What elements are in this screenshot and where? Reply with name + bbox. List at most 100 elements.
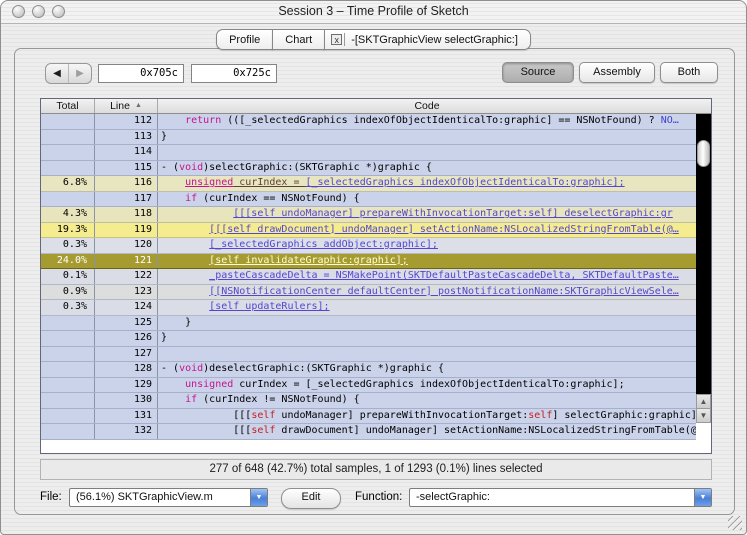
line-number-cell: 120 xyxy=(95,238,158,253)
line-number-cell: 128 xyxy=(95,362,158,377)
code-line-row[interactable]: 127 xyxy=(41,346,696,362)
function-label: Function: xyxy=(355,491,403,503)
table-empty-area xyxy=(41,440,711,453)
tab-bar: Profile Chart x -[SKTGraphicView selectG… xyxy=(1,29,746,50)
code-line-row[interactable]: 0.3% 124 [self updateRulers]; xyxy=(41,300,696,316)
column-header-total[interactable]: Total xyxy=(41,99,95,113)
tab-selected-function[interactable]: x -[SKTGraphicView selectGraphic:] xyxy=(324,29,531,50)
line-number-cell: 125 xyxy=(95,315,158,330)
column-header-scroll-spacer xyxy=(696,99,711,113)
line-number-cell: 123 xyxy=(95,284,158,299)
code-table-body-rows: 112 return (([_selectedGraphics indexOfO… xyxy=(41,114,696,440)
code-line-row[interactable]: 126} xyxy=(41,331,696,347)
code-cell: - (void)deselectGraphic:(SKTGraphic *)gr… xyxy=(161,363,444,374)
total-percent-cell xyxy=(41,331,95,346)
function-popup[interactable]: -selectGraphic: ▼ xyxy=(409,488,712,507)
code-cell: } xyxy=(161,316,192,328)
code-line-row[interactable]: 128- (void)deselectGraphic:(SKTGraphic *… xyxy=(41,362,696,378)
column-header-line-label: Line xyxy=(110,100,130,112)
scroll-down-icon[interactable]: ▼ xyxy=(696,408,711,423)
line-number-cell: 117 xyxy=(95,191,158,206)
total-percent-cell: 0.3% xyxy=(41,300,95,315)
total-percent-cell: 19.3% xyxy=(41,222,95,237)
code-line-row[interactable]: 0.9% 123 [[NSNotificationCenter defaultCe… xyxy=(41,284,696,300)
function-popup-arrow-icon[interactable]: ▼ xyxy=(694,489,711,506)
line-number-cell: 115 xyxy=(95,160,158,175)
vertical-scrollbar[interactable]: ▲ ▼ xyxy=(696,114,711,453)
code-cell: [[[self undoManager] prepareWithInvocati… xyxy=(233,208,673,219)
total-percent-cell: 6.8% xyxy=(41,176,95,191)
line-number-cell: 119 xyxy=(95,222,158,237)
scroll-up-icon[interactable]: ▲ xyxy=(696,394,711,409)
address-start-field[interactable]: 0x705c xyxy=(98,64,184,83)
code-cell: unsigned curIndex = [_selectedGraphics i… xyxy=(185,177,625,188)
code-line-row[interactable]: 132 [[[self drawDocument] undoManager] s… xyxy=(41,424,696,440)
line-number-cell: 112 xyxy=(95,114,158,129)
tab-selected-function-label: -[SKTGraphicView selectGraphic:] xyxy=(351,33,518,46)
column-header-line[interactable]: Line ▲ xyxy=(95,99,158,113)
address-end-field[interactable]: 0x725c xyxy=(191,64,277,83)
code-line-row[interactable]: 112 return (([_selectedGraphics indexOfO… xyxy=(41,114,696,130)
code-line-row[interactable]: 125 } xyxy=(41,315,696,331)
line-number-cell: 122 xyxy=(95,269,158,284)
total-percent-cell: 0.1% xyxy=(41,269,95,284)
code-line-row[interactable]: 0.3% 120 [_selectedGraphics addObject:gra… xyxy=(41,238,696,254)
history-nav-control[interactable]: ◀ ▶ xyxy=(45,63,92,84)
code-cell xyxy=(158,145,696,160)
line-number-cell: 116 xyxy=(95,176,158,191)
line-number-cell: 127 xyxy=(95,346,158,361)
line-number-cell: 118 xyxy=(95,207,158,222)
title-bar[interactable]: Session 3 – Time Profile of Sketch xyxy=(1,1,746,24)
edit-button[interactable]: Edit xyxy=(281,488,341,509)
code-line-row[interactable]: 6.8% 116 unsigned curIndex = [_selectedGr… xyxy=(41,176,696,192)
tab-chart[interactable]: Chart xyxy=(272,29,326,50)
total-percent-cell xyxy=(41,114,95,129)
tab-profile[interactable]: Profile xyxy=(216,29,274,50)
profile-panel: ◀ ▶ 0x705c 0x725c Source Assembly Both T… xyxy=(14,48,735,515)
code-cell: [[[self drawDocument] undoManager] setAc… xyxy=(161,425,696,436)
total-percent-cell xyxy=(41,393,95,408)
code-line-row[interactable]: 24.0% 121 [self invalidateGraphic:graphic… xyxy=(41,253,696,269)
code-table-body: 112 return (([_selectedGraphics indexOfO… xyxy=(41,114,711,453)
code-line-row[interactable]: 130 if (curIndex != NSNotFound) { xyxy=(41,393,696,409)
code-line-row[interactable]: 19.3% 119 [[[self drawDocument] undoManag… xyxy=(41,222,696,238)
close-tab-icon[interactable]: x xyxy=(331,34,343,45)
both-view-button[interactable]: Both xyxy=(660,62,718,83)
code-line-row[interactable]: 114 xyxy=(41,145,696,161)
column-header-code[interactable]: Code xyxy=(158,99,696,113)
app-window: Session 3 – Time Profile of Sketch Profi… xyxy=(0,0,747,535)
code-line-row[interactable]: 0.1% 122 _pasteCascadeDelta = NSMakePoint… xyxy=(41,269,696,285)
source-view-button[interactable]: Source xyxy=(502,62,574,83)
tab-profile-label: Profile xyxy=(229,33,261,46)
code-cell: return (([_selectedGraphics indexOfObjec… xyxy=(185,115,679,126)
code-cell: [[[self undoManager] prepareWithInvocati… xyxy=(161,409,696,421)
code-cell: [self updateRulers]; xyxy=(209,301,330,312)
file-label: File: xyxy=(40,491,62,503)
code-line-row[interactable]: 131 [[[self undoManager] prepareWithInvo… xyxy=(41,408,696,424)
code-line-row[interactable]: 129 unsigned curIndex = [_selectedGraphi… xyxy=(41,377,696,393)
code-line-row[interactable]: 4.3% 118 [[[self undoManager] prepareWith… xyxy=(41,207,696,223)
line-number-cell: 129 xyxy=(95,377,158,392)
function-popup-value: -selectGraphic: xyxy=(416,491,490,503)
forward-icon[interactable]: ▶ xyxy=(69,64,91,83)
code-line-row[interactable]: 113} xyxy=(41,129,696,145)
total-percent-cell: 4.3% xyxy=(41,207,95,222)
assembly-view-button[interactable]: Assembly xyxy=(579,62,655,83)
code-table: Total Line ▲ Code 112 return (([_selecte… xyxy=(40,98,712,454)
tab-divider xyxy=(344,33,346,46)
code-cell: [self invalidateGraphic:graphic]; xyxy=(209,254,408,266)
resize-grip[interactable] xyxy=(728,516,742,530)
code-line-row[interactable]: 115- (void)selectGraphic:(SKTGraphic *)g… xyxy=(41,160,696,176)
line-number-cell: 124 xyxy=(95,300,158,315)
code-line-row[interactable]: 117 if (curIndex == NSNotFound) { xyxy=(41,191,696,207)
code-cell: if (curIndex == NSNotFound) { xyxy=(185,192,360,204)
file-popup[interactable]: (56.1%) SKTGraphicView.m ▼ xyxy=(69,488,268,507)
line-number-cell: 131 xyxy=(95,408,158,423)
total-percent-cell xyxy=(41,408,95,423)
total-percent-cell: 0.3% xyxy=(41,238,95,253)
back-icon[interactable]: ◀ xyxy=(46,64,69,83)
file-popup-arrow-icon[interactable]: ▼ xyxy=(250,489,267,506)
scrollbar-thumb[interactable] xyxy=(697,140,710,167)
line-number-cell: 114 xyxy=(95,145,158,160)
total-percent-cell xyxy=(41,145,95,160)
